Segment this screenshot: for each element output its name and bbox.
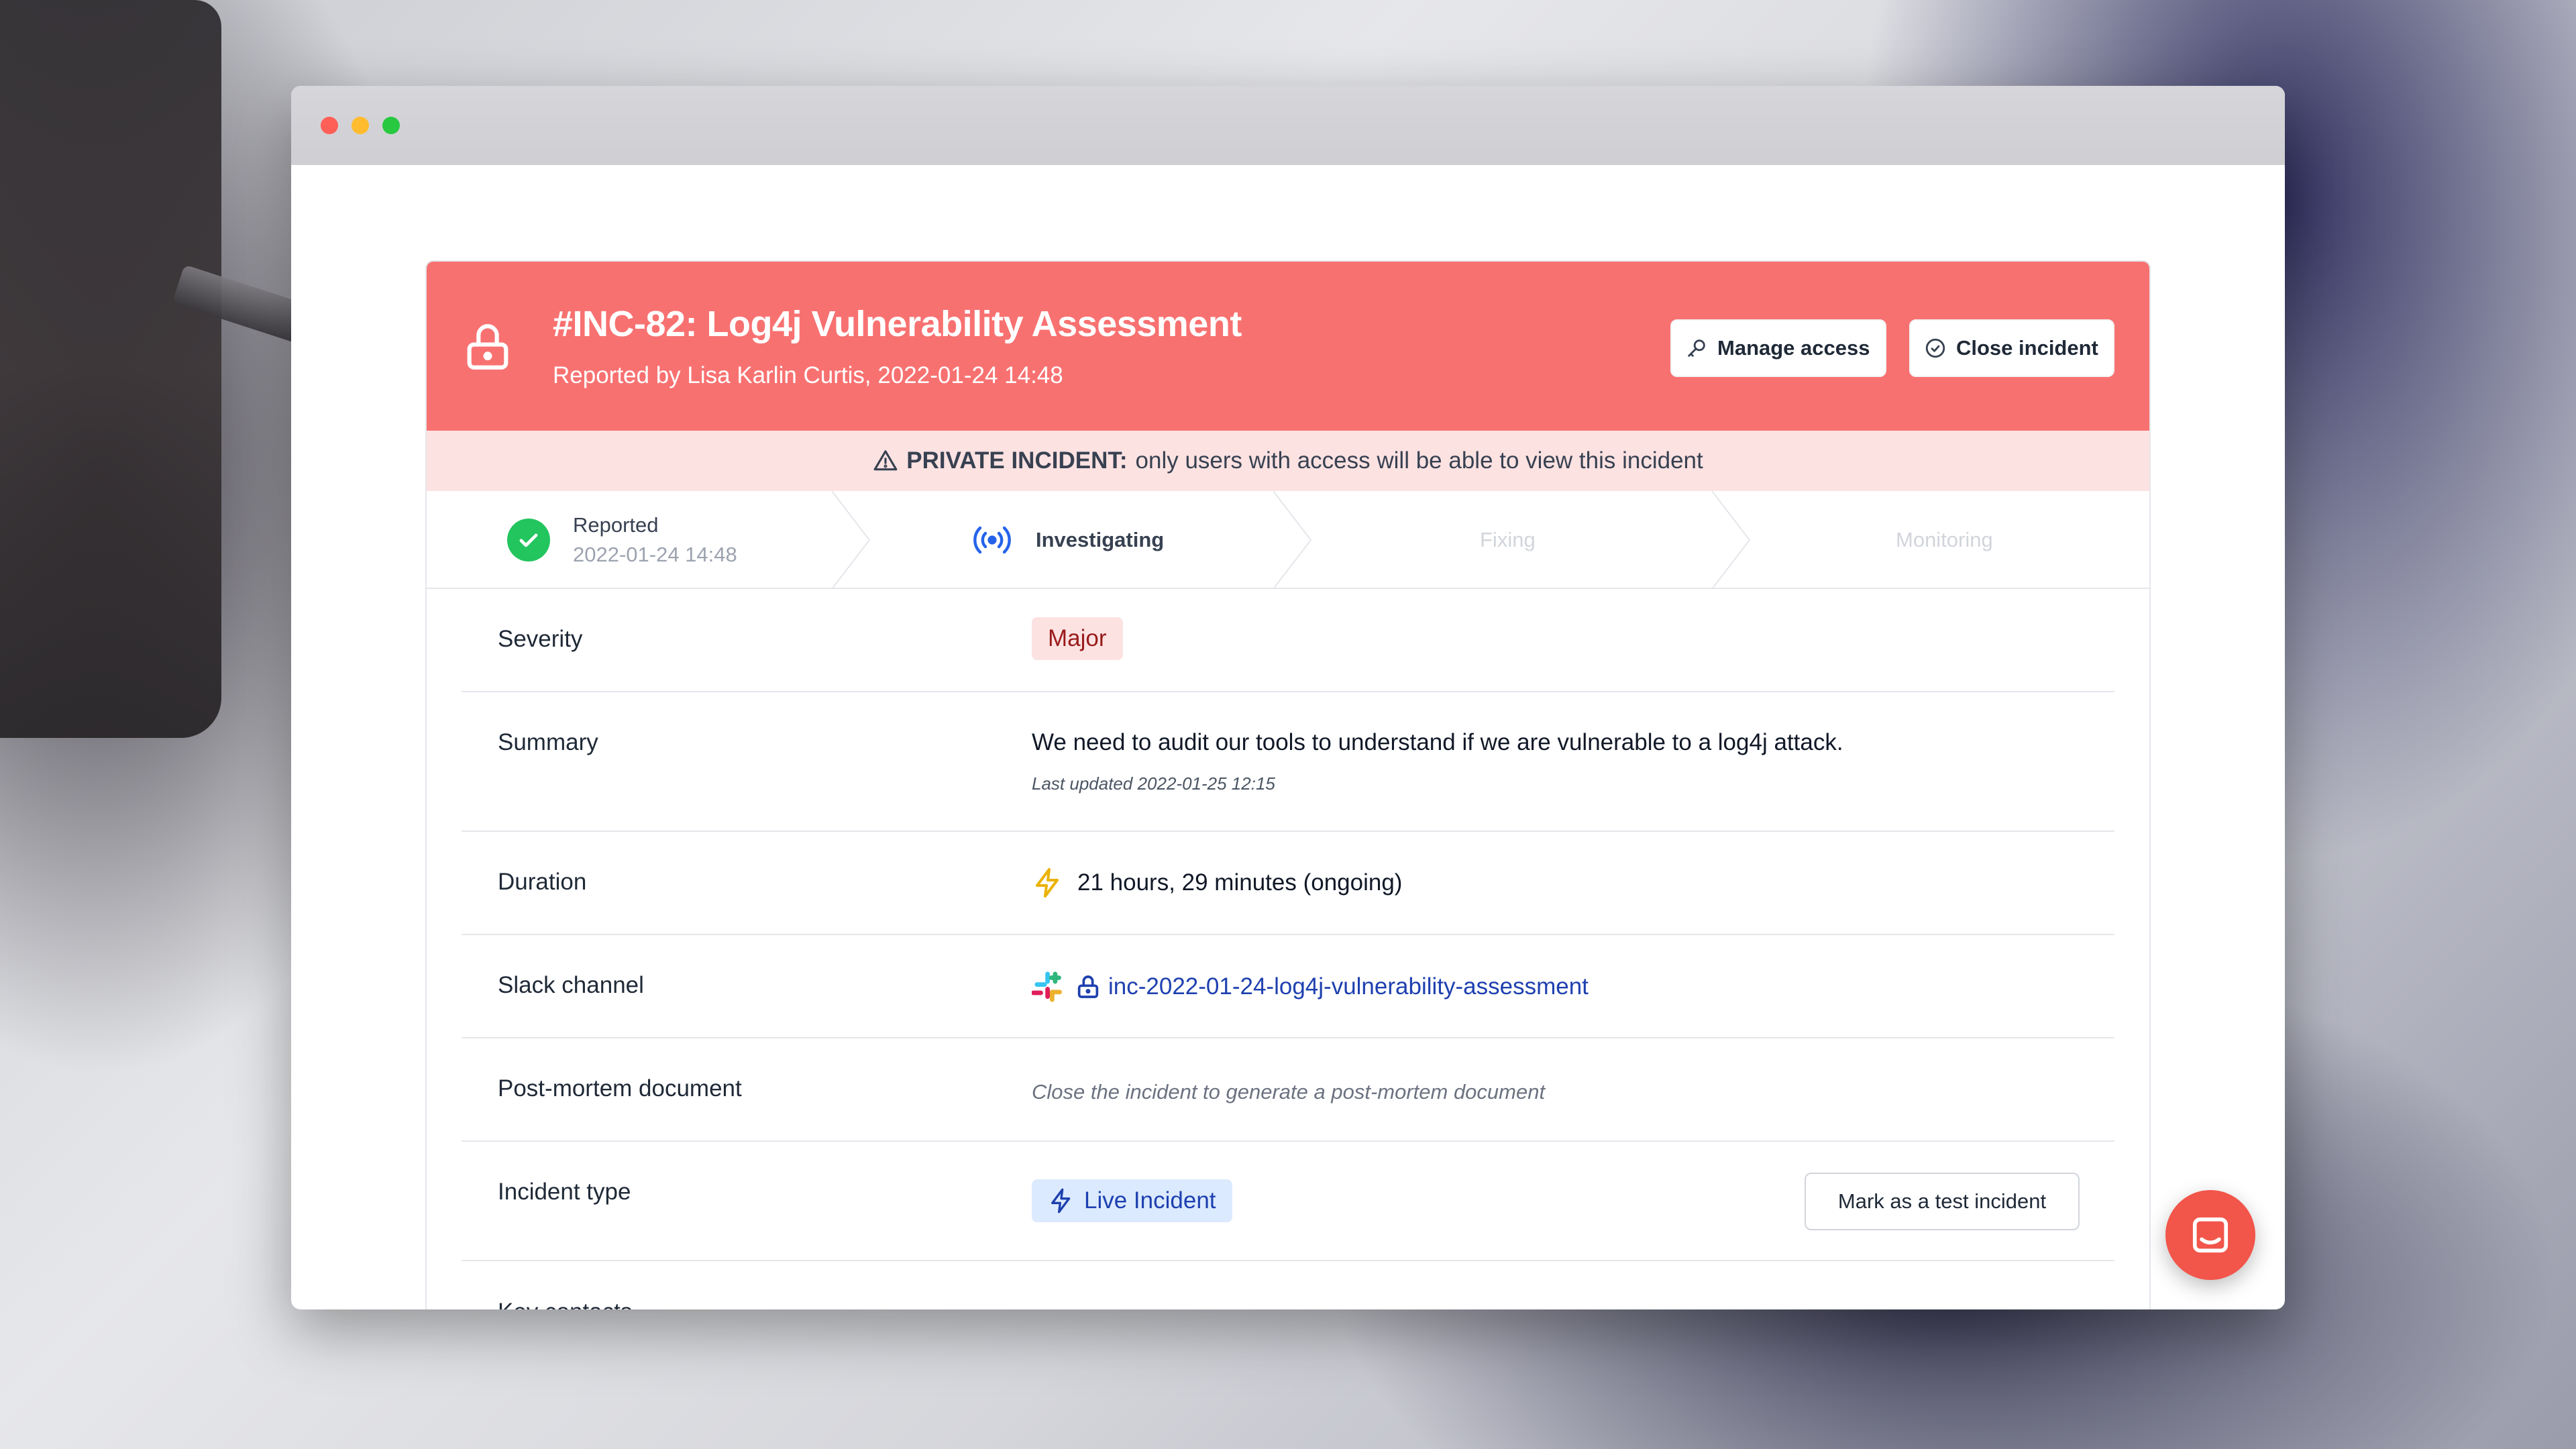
row-postmortem: Post-mortem document Close the incident … (462, 1038, 2114, 1142)
summary-text[interactable]: We need to audit our tools to understand… (1032, 729, 1843, 756)
step-monitoring-label: Monitoring (1896, 528, 1993, 551)
page-content: #INC-82: Log4j Vulnerability Assessment … (291, 165, 2285, 1309)
step-investigating-label: Investigating (1036, 528, 1165, 551)
duration-value: 21 hours, 29 minutes (ongoing) (1077, 869, 1403, 896)
key-icon (1688, 339, 1705, 357)
incident-card: #INC-82: Log4j Vulnerability Assessment … (425, 260, 2151, 1309)
step-reported-time: 2022-01-24 14:48 (573, 543, 737, 566)
incident-title: #INC-82: Log4j Vulnerability Assessment (553, 304, 1242, 344)
close-incident-label: Close incident (1956, 336, 2098, 360)
broadcast-icon (973, 526, 1011, 554)
step-reported-label: Reported (573, 513, 659, 537)
severity-badge[interactable]: Major (1032, 617, 1123, 660)
banner-text: only users with access will be able to v… (1135, 447, 1703, 474)
incident-type-label: Incident type (498, 1179, 631, 1205)
row-severity: Severity Major (462, 589, 2114, 692)
background-lock (0, 0, 221, 738)
row-summary: Summary We need to audit our tools to un… (462, 692, 2114, 832)
lightning-icon (1036, 868, 1059, 898)
slack-label: Slack channel (498, 972, 644, 998)
summary-label: Summary (498, 729, 598, 755)
check-circle-icon (1925, 338, 1945, 358)
banner-strong: PRIVATE INCIDENT: (906, 447, 1128, 474)
manage-access-label: Manage access (1717, 336, 1870, 360)
private-incident-banner: PRIVATE INCIDENT: only users with access… (427, 431, 2149, 491)
severity-label: Severity (498, 626, 583, 652)
warning-icon (873, 450, 898, 471)
lock-icon (467, 324, 508, 370)
postmortem-value: Close the incident to generate a post-mo… (1032, 1080, 1546, 1104)
live-incident-label: Live Incident (1084, 1187, 1216, 1214)
slack-icon (1032, 971, 1062, 1002)
step-divider (1273, 491, 1312, 589)
step-monitoring[interactable]: Monitoring (1896, 491, 1993, 589)
step-fixing-label: Fixing (1480, 528, 1536, 551)
maximize-window-button[interactable] (382, 117, 400, 134)
step-fixing[interactable]: Fixing (1480, 491, 1536, 589)
row-incident-type: Incident type Live Incident Mark as a te… (462, 1142, 2114, 1261)
chat-icon (2192, 1217, 2229, 1253)
manage-access-button[interactable]: Manage access (1670, 319, 1886, 377)
mark-test-incident-button[interactable]: Mark as a test incident (1805, 1173, 2080, 1230)
step-investigating[interactable]: Investigating (970, 491, 1164, 589)
summary-updated: Last updated 2022-01-25 12:15 (1032, 773, 1275, 794)
close-incident-button[interactable]: Close incident (1909, 319, 2114, 377)
row-slack: Slack channel inc-2022-01-24-log4j-vulne… (462, 935, 2114, 1038)
minimize-window-button[interactable] (352, 117, 369, 134)
browser-window: #INC-82: Log4j Vulnerability Assessment … (291, 86, 2285, 1309)
step-reported[interactable]: Reported 2022-01-24 14:48 (507, 491, 737, 589)
incident-fields: Severity Major Summary We need to audit … (462, 589, 2114, 1309)
window-titlebar (291, 86, 2285, 165)
incident-header: #INC-82: Log4j Vulnerability Assessment … (427, 262, 2149, 431)
duration-label: Duration (498, 869, 587, 895)
step-divider (832, 491, 871, 589)
check-icon (507, 519, 550, 561)
status-stepper: Reported 2022-01-24 14:48 Investigating (427, 491, 2149, 589)
incident-reporter: Reported by Lisa Karlin Curtis, 2022-01-… (553, 362, 1063, 388)
step-divider (1712, 491, 1751, 589)
close-window-button[interactable] (321, 117, 338, 134)
slack-channel-link[interactable]: inc-2022-01-24-log4j-vulnerability-asses… (1108, 973, 1589, 1000)
row-key-contacts: Key contacts (462, 1261, 2114, 1309)
postmortem-label: Post-mortem document (498, 1075, 742, 1102)
live-incident-badge[interactable]: Live Incident (1032, 1179, 1232, 1222)
key-contacts-label: Key contacts (498, 1299, 632, 1309)
chat-launcher-button[interactable] (2165, 1190, 2255, 1280)
lock-icon (1077, 975, 1099, 998)
row-duration: Duration 21 hours, 29 minutes (ongoing) (462, 832, 2114, 935)
lightning-icon (1051, 1188, 1071, 1214)
